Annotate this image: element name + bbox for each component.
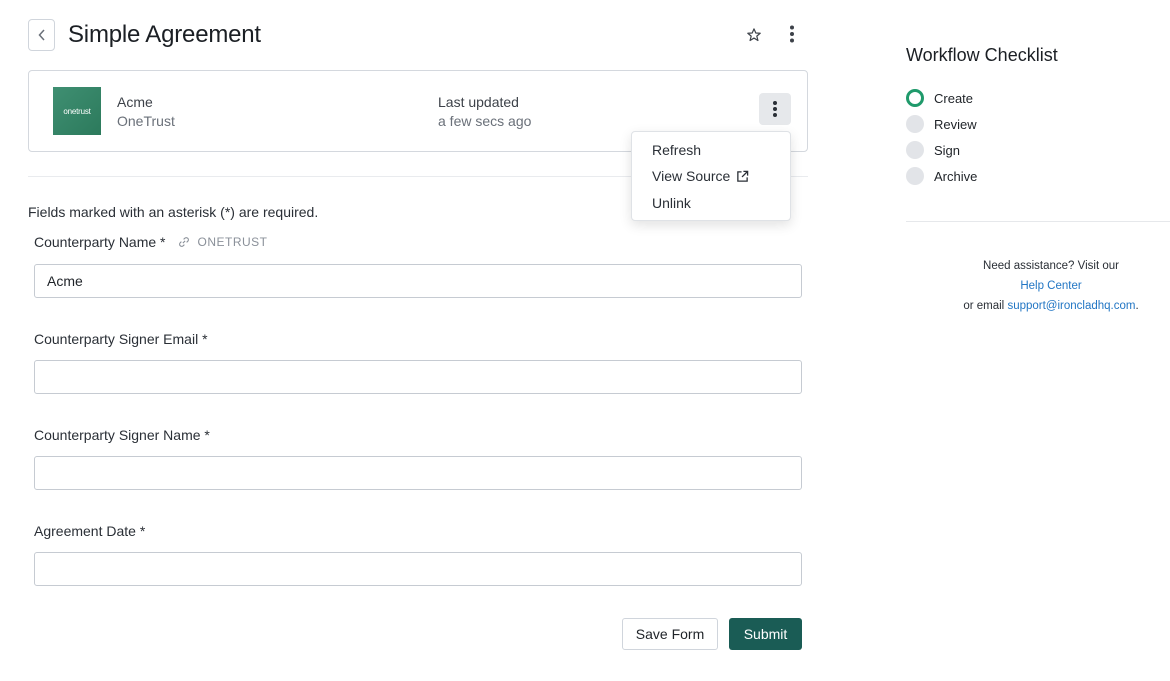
record-actions-menu: Refresh View Source Unlink (631, 131, 791, 221)
step-pending-indicator-icon (906, 167, 924, 185)
help-text: Need assistance? Visit our (983, 260, 1119, 272)
chevron-left-icon (37, 29, 45, 41)
step-label: Sign (934, 142, 961, 158)
vertical-ellipsis-icon (790, 25, 794, 43)
workflow-step-create: Create (906, 89, 973, 107)
signer-name-label: Counterparty Signer Name * (34, 427, 210, 443)
logo-text: onetrust (63, 106, 91, 116)
workflow-step-archive: Archive (906, 167, 977, 185)
favorite-button[interactable] (743, 24, 765, 46)
help-email-suffix: . (1135, 300, 1139, 312)
record-more-button[interactable] (759, 93, 791, 125)
page-title: Simple Agreement (68, 21, 261, 48)
workflow-step-review: Review (906, 115, 977, 133)
step-label: Create (934, 90, 974, 106)
signer-email-input[interactable] (34, 360, 802, 394)
signer-name-input[interactable] (34, 456, 802, 490)
menu-item-view-source[interactable]: View Source (652, 168, 749, 184)
agreement-date-label: Agreement Date * (34, 523, 146, 539)
workflow-divider (906, 221, 1170, 222)
menu-item-label: Unlink (652, 195, 691, 211)
record-source: OneTrust (117, 113, 175, 129)
agreement-date-input[interactable] (34, 552, 802, 586)
menu-item-label: Refresh (652, 142, 702, 158)
help-email-prefix: or email (963, 300, 1005, 312)
linked-source-tag: ONETRUST (178, 235, 268, 249)
step-label: Review (934, 116, 977, 132)
back-button[interactable] (28, 19, 55, 51)
external-link-icon (737, 170, 749, 182)
link-icon (178, 237, 189, 247)
help-box: Need assistance? Visit our Help Center o… (940, 256, 1162, 316)
workflow-step-sign: Sign (906, 141, 960, 159)
step-active-indicator-icon (906, 89, 924, 107)
record-name: Acme (117, 94, 153, 110)
linked-source-name: ONETRUST (197, 235, 268, 249)
onetrust-logo: onetrust (53, 87, 101, 135)
page-more-button[interactable] (781, 22, 803, 46)
star-icon (747, 28, 761, 42)
support-email-link[interactable]: support@ironcladhq.com (1007, 300, 1135, 312)
help-email-line: or email support@ironcladhq.com. (940, 296, 1162, 316)
field-label-text: Counterparty Name * (34, 234, 166, 250)
save-form-button[interactable]: Save Form (622, 618, 718, 650)
help-center-link[interactable]: Help Center (1020, 280, 1081, 292)
step-label: Archive (934, 168, 978, 184)
signer-email-label: Counterparty Signer Email * (34, 331, 208, 347)
counterparty-name-input[interactable] (34, 264, 802, 298)
menu-item-refresh[interactable]: Refresh (652, 142, 701, 158)
workflow-checklist-title: Workflow Checklist (906, 45, 1058, 65)
required-fields-note: Fields marked with an asterisk (*) are r… (28, 204, 319, 220)
menu-item-label: View Source (652, 168, 731, 184)
counterparty-name-label: Counterparty Name * ONETRUST (34, 234, 268, 250)
last-updated-value: a few secs ago (438, 113, 532, 129)
last-updated-label: Last updated (438, 94, 519, 110)
vertical-ellipsis-icon (773, 101, 777, 117)
menu-item-unlink[interactable]: Unlink (652, 195, 691, 211)
submit-button[interactable]: Submit (729, 618, 802, 650)
step-pending-indicator-icon (906, 141, 924, 159)
step-pending-indicator-icon (906, 115, 924, 133)
